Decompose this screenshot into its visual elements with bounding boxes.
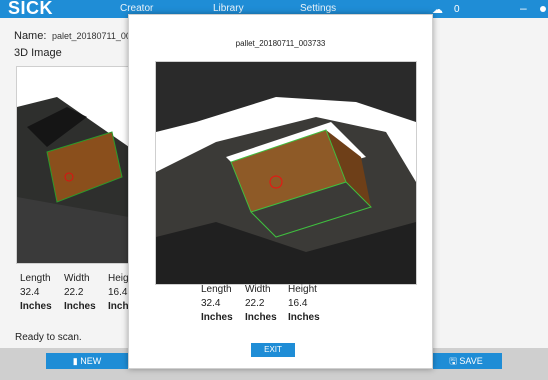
modal-3d-image: [155, 61, 417, 285]
image-title: 3D Image: [14, 47, 62, 59]
nav-library[interactable]: Library: [213, 3, 244, 14]
bg-width-value: 22.2: [64, 287, 84, 298]
modal-width-value: 22.2: [245, 298, 265, 309]
new-button-label: NEW: [80, 356, 102, 366]
name-label: Name:: [14, 30, 47, 42]
modal-length-unit: Inches: [201, 312, 233, 323]
background-pointcloud: [17, 67, 129, 263]
new-icon: ▮: [72, 356, 78, 366]
modal-width-unit: Inches: [245, 312, 277, 323]
bg-width-unit: Inches: [64, 301, 96, 312]
new-button[interactable]: ▮ NEW: [46, 353, 128, 369]
bg-width-label: Width: [64, 273, 90, 284]
background-3d-image: [16, 66, 130, 264]
app-logo: SICK: [8, 0, 54, 18]
modal-pointcloud: [156, 62, 416, 284]
minimize-icon[interactable]: –: [520, 1, 527, 15]
modal-height-unit: Inches: [288, 312, 320, 323]
nav-creator[interactable]: Creator: [120, 3, 153, 14]
exit-button[interactable]: EXIT: [251, 343, 295, 357]
save-button[interactable]: 🖫 SAVE: [430, 353, 502, 369]
cloud-icon: ☁: [432, 4, 443, 16]
bg-length-label: Length: [20, 273, 51, 284]
modal-length-column: Length 32.4 Inches: [201, 283, 233, 325]
modal-height-value: 16.4: [288, 298, 308, 309]
modal-dialog: pallet_20180711_003733 Length 32.4 Inche…: [128, 14, 433, 369]
modal-width-label: Width: [245, 284, 271, 295]
modal-length-label: Length: [201, 284, 232, 295]
modal-height-label: Height: [288, 284, 317, 295]
save-icon: 🖫: [449, 356, 457, 366]
bg-width-column: Width 22.2 Inches: [64, 272, 96, 314]
bg-length-column: Length 32.4 Inches: [20, 272, 52, 314]
modal-length-value: 32.4: [201, 298, 221, 309]
bg-length-unit: Inches: [20, 301, 52, 312]
status-text: Ready to scan.: [15, 332, 82, 343]
bg-length-value: 32.4: [20, 287, 40, 298]
nav-settings[interactable]: Settings: [300, 3, 336, 14]
modal-width-column: Width 22.2 Inches: [245, 283, 277, 325]
modal-height-column: Height 16.4 Inches: [288, 283, 320, 325]
modal-title: pallet_20180711_003733: [235, 39, 326, 48]
save-button-label: SAVE: [459, 356, 483, 366]
window-dot-icon[interactable]: [540, 6, 546, 12]
scan-count: 0: [454, 4, 460, 15]
